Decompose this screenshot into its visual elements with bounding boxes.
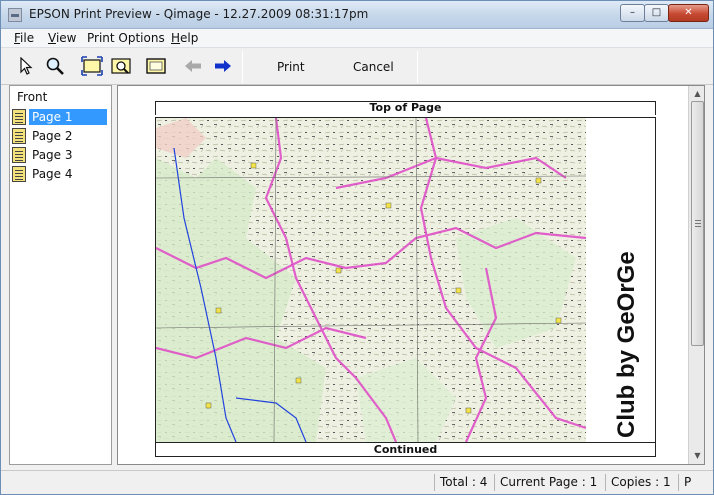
menu-print-options[interactable]: Print Options: [87, 31, 165, 45]
page-icon: [12, 109, 26, 125]
title-bar[interactable]: EPSON Print Preview - Qimage - 12.27.200…: [1, 1, 713, 29]
watermark-label: Club by GeOrGe: [613, 251, 640, 438]
page-frame-icon[interactable]: [145, 55, 167, 77]
grip-icon: [695, 220, 701, 227]
fit-width-icon[interactable]: [81, 55, 103, 77]
vertical-scrollbar[interactable]: ▲ ▼: [688, 86, 704, 464]
pointer-icon[interactable]: [15, 55, 37, 77]
scroll-thumb[interactable]: [691, 101, 704, 346]
menu-bar: File View Print Options Help: [1, 29, 713, 48]
close-button[interactable]: ✕: [668, 4, 709, 22]
scroll-down-arrow-icon[interactable]: ▼: [690, 448, 704, 463]
maximize-button[interactable]: □: [644, 4, 669, 22]
cancel-button[interactable]: Cancel: [353, 60, 394, 74]
page-list-item-2[interactable]: Page 2: [12, 127, 112, 145]
page-label: Page 3: [32, 148, 73, 162]
print-preview-window: EPSON Print Preview - Qimage - 12.27.200…: [0, 0, 714, 495]
preview-canvas: Top of Page Club by GeOrGe Continued: [119, 87, 688, 464]
back-arrow-icon[interactable]: [182, 55, 204, 77]
preview-pane[interactable]: Top of Page Club by GeOrGe Continued ▲ ▼: [117, 85, 705, 465]
window-title: EPSON Print Preview - Qimage - 12.27.200…: [29, 7, 369, 21]
scroll-up-arrow-icon[interactable]: ▲: [690, 86, 704, 101]
forward-arrow-icon[interactable]: [212, 55, 234, 77]
page-label: Page 2: [32, 129, 73, 143]
map-image: [156, 118, 586, 442]
menu-help[interactable]: Help: [171, 31, 198, 45]
page-label: Page 1: [29, 109, 107, 125]
print-button[interactable]: Print: [277, 60, 305, 74]
zoom-icon[interactable]: [44, 55, 66, 77]
status-extra: P: [678, 474, 712, 491]
page-list-item-4[interactable]: Page 4: [12, 165, 112, 183]
status-total: Total : 4: [434, 474, 494, 491]
status-copies: Copies : 1: [605, 474, 678, 491]
status-current-page: Current Page : 1: [494, 474, 605, 491]
page-list-panel: Front Page 1 Page 2 Page 3 Page 4: [9, 85, 112, 465]
printer-app-icon: [8, 8, 22, 22]
menu-file[interactable]: File: [14, 31, 34, 45]
panel-title-front: Front: [17, 90, 48, 104]
page-list-item-3[interactable]: Page 3: [12, 146, 112, 164]
continued-label: Continued: [155, 443, 656, 457]
page-label: Page 4: [32, 167, 73, 181]
menu-view[interactable]: View: [48, 31, 76, 45]
minimize-button[interactable]: –: [620, 4, 645, 22]
page-icon: [12, 166, 26, 182]
page-list-item-1[interactable]: Page 1: [12, 108, 112, 126]
toolbar-separator: [242, 51, 243, 83]
page-sheet: Club by GeOrGe: [155, 117, 656, 443]
zoom-page-icon[interactable]: [110, 55, 132, 77]
page-icon: [12, 128, 26, 144]
toolbar-separator: [417, 51, 418, 83]
toolbar: Print Cancel: [1, 49, 713, 85]
watermark-text: Club by GeOrGe: [613, 251, 640, 438]
page-icon: [12, 147, 26, 163]
status-bar: Total : 4 Current Page : 1 Copies : 1 P: [1, 470, 713, 494]
top-of-page-label: Top of Page: [155, 101, 656, 115]
